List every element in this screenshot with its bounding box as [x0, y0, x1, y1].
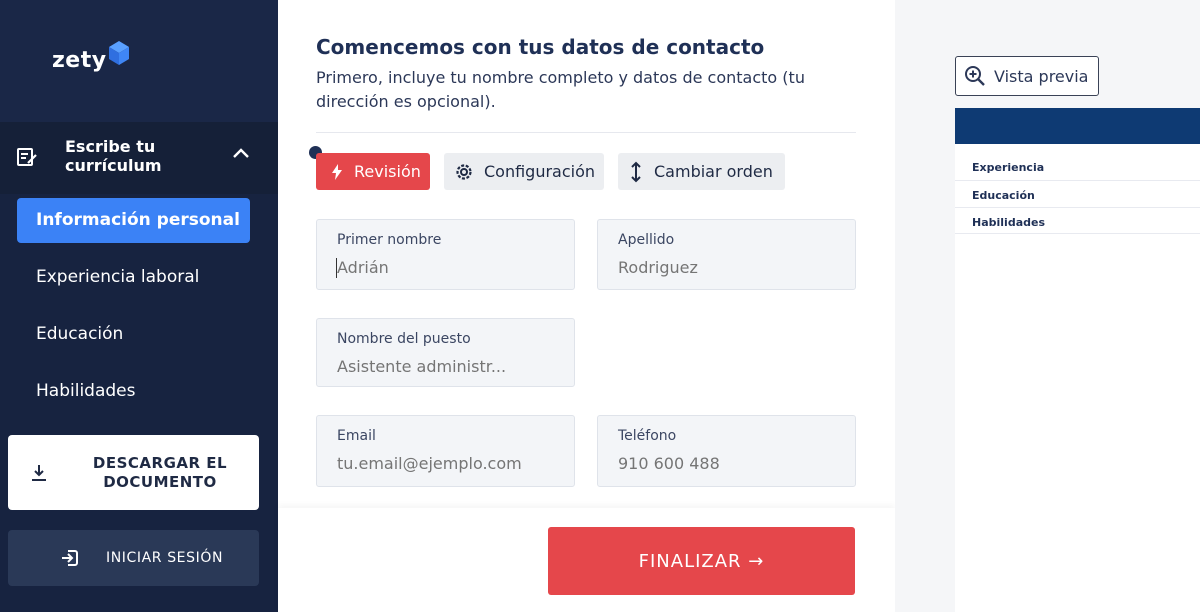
last-name-field[interactable]: Apellido	[597, 219, 856, 290]
preview-section-skills: Habilidades	[972, 216, 1045, 229]
finish-button[interactable]: FINALIZAR →	[548, 527, 855, 595]
zety-logo[interactable]: zety	[52, 40, 131, 73]
job-title-input[interactable]	[337, 357, 557, 376]
email-input[interactable]	[337, 454, 557, 473]
first-name-field[interactable]: Primer nombre	[316, 219, 575, 290]
last-name-input[interactable]	[618, 258, 838, 277]
login-label: INICIAR SESIÓN	[106, 550, 224, 566]
job-title-label: Nombre del puesto	[337, 331, 471, 347]
preview-button[interactable]: Vista previa	[955, 56, 1099, 96]
download-icon	[32, 465, 46, 481]
last-name-label: Apellido	[618, 232, 675, 248]
gear-icon	[456, 163, 472, 180]
sidebar-header: zety	[0, 0, 278, 122]
section-title: Escribe tu currículum	[65, 137, 162, 175]
preview-divider	[955, 207, 1200, 208]
preview-divider	[955, 180, 1200, 181]
logo-cube-icon	[108, 40, 129, 65]
settings-button[interactable]: Configuración	[444, 153, 604, 190]
review-label: Revisión	[354, 162, 421, 181]
preview-divider	[955, 233, 1200, 234]
preview-section-experience: Experiencia	[972, 161, 1045, 174]
phone-field[interactable]: Teléfono	[597, 415, 856, 487]
preview-section-education: Educación	[972, 189, 1035, 202]
reorder-button[interactable]: Cambiar orden	[618, 153, 785, 190]
lightning-icon	[332, 163, 342, 180]
chevron-up-icon[interactable]	[231, 146, 251, 160]
preview-label: Vista previa	[994, 66, 1089, 86]
first-name-input[interactable]	[337, 258, 557, 277]
sidebar-item-education[interactable]: Educación	[17, 312, 250, 357]
email-field[interactable]: Email	[316, 415, 575, 487]
phone-label: Teléfono	[618, 428, 677, 444]
reorder-arrows-icon	[631, 161, 641, 182]
sidebar-item-personal-info[interactable]: Información personal	[17, 198, 250, 243]
sidebar-item-work-experience[interactable]: Experiencia laboral	[17, 255, 250, 300]
sidebar: zety Escribe tu currículum Información p…	[0, 0, 278, 612]
job-title-field[interactable]: Nombre del puesto	[316, 318, 575, 387]
resume-preview-header	[955, 108, 1200, 144]
download-document-button[interactable]: DESCARGAR EL DOCUMENTO	[8, 435, 259, 510]
resume-preview[interactable]	[955, 108, 1200, 612]
email-label: Email	[337, 428, 376, 444]
edit-document-icon	[17, 148, 37, 166]
divider	[316, 132, 856, 133]
logo-text: zety	[52, 48, 107, 73]
phone-input[interactable]	[618, 454, 838, 473]
page-subtitle: Primero, incluye tu nombre completo y da…	[316, 68, 805, 111]
settings-label: Configuración	[484, 162, 596, 181]
sidebar-item-skills[interactable]: Habilidades	[17, 369, 250, 414]
sign-in-icon	[62, 550, 78, 566]
login-button[interactable]: INICIAR SESIÓN	[8, 530, 259, 586]
reorder-label: Cambiar orden	[654, 162, 773, 181]
zoom-in-icon	[965, 66, 985, 86]
first-name-label: Primer nombre	[337, 232, 442, 248]
review-button[interactable]: Revisión	[316, 153, 430, 190]
page-title: Comencemos con tus datos de contacto	[316, 35, 765, 59]
download-label: DESCARGAR EL DOCUMENTO	[92, 454, 228, 491]
